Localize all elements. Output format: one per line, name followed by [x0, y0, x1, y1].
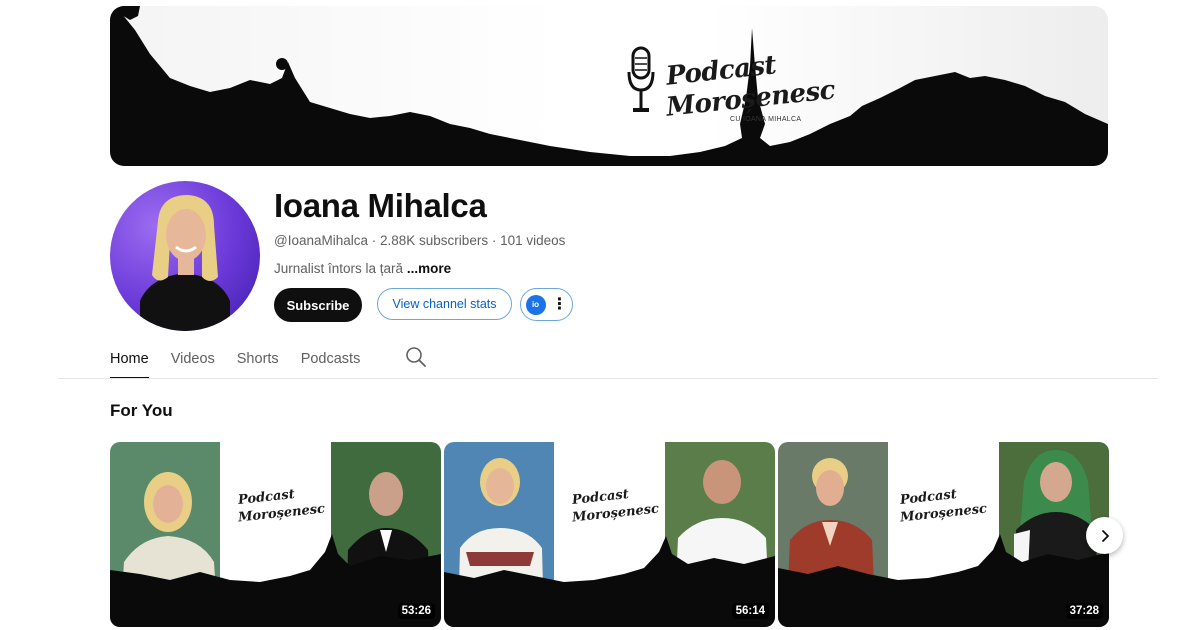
- video-duration: 37:28: [1065, 603, 1103, 619]
- video-count: 101 videos: [500, 233, 566, 248]
- tab-videos[interactable]: Videos: [171, 340, 215, 378]
- search-icon[interactable]: [405, 346, 427, 368]
- channel-name: Ioana Mihalca: [274, 187, 487, 224]
- banner-skyline: [110, 6, 1108, 166]
- video-thumbnail[interactable]: Podcast Moroșenesc 56:14: [444, 442, 775, 627]
- view-channel-stats-button[interactable]: View channel stats: [377, 288, 512, 320]
- podcast-logo: Podcast Moroșenesc CU IOANA MIHALCA: [626, 46, 836, 130]
- subscribe-button[interactable]: Subscribe: [274, 288, 362, 322]
- channel-tabs: Home Videos Shorts Podcasts: [110, 340, 382, 380]
- channel-avatar[interactable]: [110, 181, 260, 331]
- meta-separator: ·: [368, 233, 381, 248]
- thumbnail-image: [778, 442, 1109, 627]
- channel-meta: @IoanaMihalca · 2.88K subscribers · 101 …: [274, 233, 565, 248]
- tab-home[interactable]: Home: [110, 340, 149, 379]
- tab-shorts[interactable]: Shorts: [237, 340, 279, 378]
- video-thumbnail[interactable]: Podcast Moroșenesc 37:28: [778, 442, 1109, 627]
- banner-logo-sub: CU IOANA MIHALCA: [730, 116, 802, 123]
- subscriber-count: 2.88K subscribers: [380, 233, 489, 248]
- video-thumbnail[interactable]: Podcast Moroșenesc 53:26: [110, 442, 441, 627]
- video-duration: 56:14: [731, 603, 769, 619]
- tabs-divider: [58, 378, 1158, 379]
- channel-banner: Podcast Moroșenesc CU IOANA MIHALCA: [110, 6, 1108, 166]
- extension-button[interactable]: io ⋮: [520, 288, 573, 321]
- carousel-next-button[interactable]: [1086, 517, 1123, 554]
- thumbnail-image: [444, 442, 775, 627]
- meta-separator: ·: [488, 233, 501, 248]
- channel-description[interactable]: Jurnalist întors la țară ...more: [274, 261, 451, 276]
- channel-handle: @IoanaMihalca: [274, 233, 369, 248]
- avatar-portrait: [140, 195, 230, 331]
- video-duration: 53:26: [397, 603, 435, 619]
- kebab-menu-icon[interactable]: ⋮: [552, 296, 568, 313]
- tab-podcasts[interactable]: Podcasts: [301, 340, 361, 378]
- description-text: Jurnalist întors la țară: [274, 261, 404, 276]
- chevron-right-icon: [1101, 529, 1109, 542]
- section-title: For You: [110, 401, 173, 420]
- microphone-icon: [627, 46, 655, 112]
- extension-logo-icon: io: [525, 294, 546, 315]
- more-link[interactable]: ...more: [407, 261, 451, 276]
- thumbnail-image: [110, 442, 441, 627]
